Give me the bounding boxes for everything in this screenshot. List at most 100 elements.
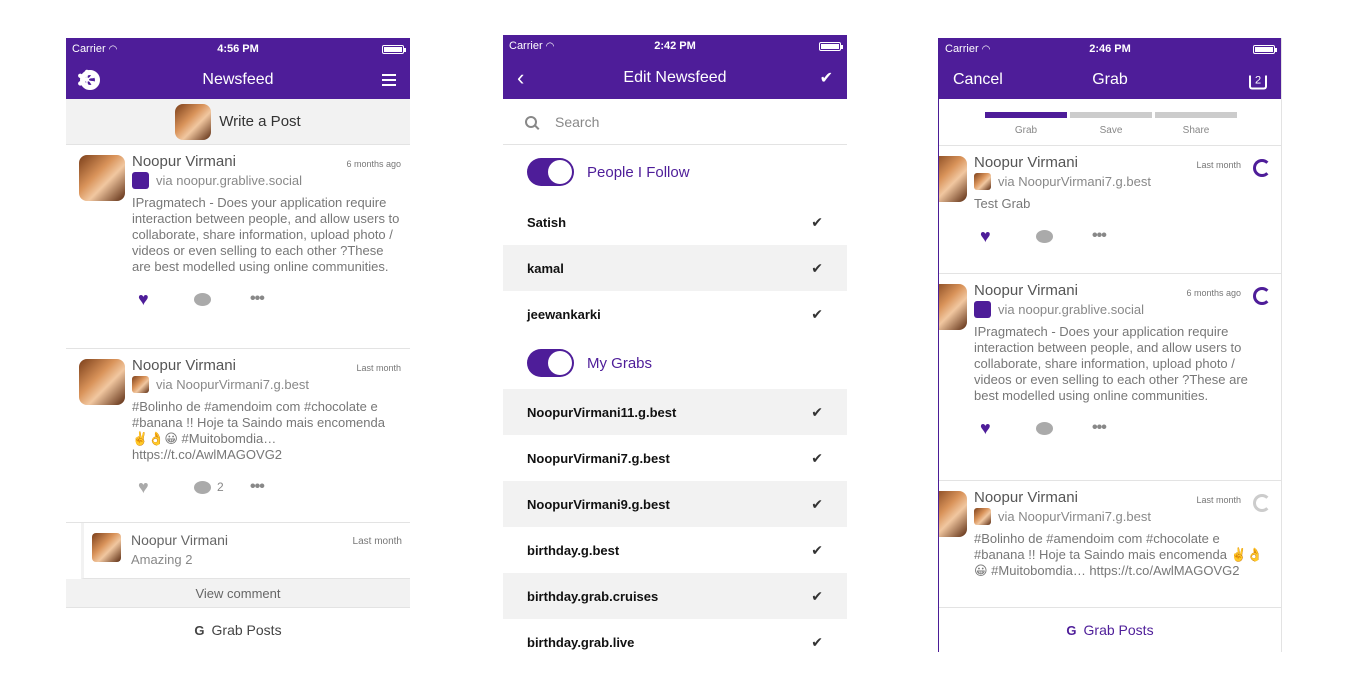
section-label: My Grabs — [587, 354, 653, 372]
via-source[interactable]: via NoopurVirmani7.g.best — [132, 376, 400, 393]
comment-item: Noopur Virmani Amazing 2 Last month — [81, 523, 410, 579]
post-actions: ♥ 2 ••• — [132, 463, 400, 511]
grab-toggle-icon[interactable] — [1253, 494, 1271, 512]
battery-icon — [819, 42, 843, 51]
more-button[interactable]: ••• — [1092, 227, 1148, 245]
row-label: Satish — [527, 214, 567, 230]
follow-row[interactable]: kamal ✔ — [503, 245, 847, 291]
search-placeholder: Search — [555, 113, 600, 130]
step-label-save: Save — [1099, 125, 1123, 136]
comment-icon — [194, 292, 211, 306]
via-label: via NoopurVirmani7.g.best — [998, 174, 1151, 189]
step-label-grab: Grab — [1014, 125, 1038, 136]
grab-posts-button[interactable]: G Grab Posts — [66, 608, 410, 652]
check-icon: ✔ — [811, 213, 823, 230]
check-icon: ✔ — [811, 403, 823, 420]
source-avatar — [974, 173, 991, 190]
grab-row[interactable]: NoopurVirmani11.g.best ✔ — [503, 389, 847, 435]
check-icon: ✔ — [811, 305, 823, 322]
grab-row[interactable]: birthday.grab.cruises ✔ — [503, 573, 847, 619]
grab-row[interactable]: NoopurVirmani9.g.best ✔ — [503, 481, 847, 527]
grab-toggle-icon[interactable] — [1253, 287, 1271, 305]
post-card[interactable]: Noopur Virmani 6 months ago via noopur.g… — [66, 145, 410, 349]
section-label: People I Follow — [587, 163, 690, 181]
post-card[interactable]: Noopur Virmani Last month via NoopurVirm… — [66, 349, 410, 523]
via-source[interactable]: via NoopurVirmani7.g.best — [974, 173, 1271, 190]
via-label: via NoopurVirmani7.g.best — [998, 509, 1151, 524]
upload-button[interactable]: 2 — [1249, 70, 1267, 89]
like-button[interactable]: ♥ — [980, 226, 1036, 247]
avatar[interactable] — [79, 155, 125, 201]
source-avatar — [974, 508, 991, 525]
step-progress: Grab Save Share — [939, 99, 1281, 146]
row-label: NoopurVirmani7.g.best — [527, 450, 670, 466]
comment-button[interactable] — [1036, 229, 1092, 243]
section-my-grabs: My Grabs — [503, 337, 847, 389]
grab-toggle-icon[interactable] — [1253, 159, 1271, 177]
cancel-button[interactable]: Cancel — [953, 71, 1003, 89]
comment-icon — [1036, 421, 1053, 435]
source-avatar — [132, 376, 149, 393]
post-body: #Bolinho de #amendoim com #chocolate e #… — [132, 399, 385, 462]
row-label: kamal — [527, 260, 564, 276]
status-bar: Carrier ◠ 2:46 PM — [939, 38, 1281, 60]
write-post-label: Write a Post — [219, 113, 301, 130]
grab-row[interactable]: birthday.g.best ✔ — [503, 527, 847, 573]
view-comment-button[interactable]: View comment — [66, 579, 410, 608]
menu-icon — [382, 73, 396, 86]
avatar[interactable] — [939, 156, 967, 202]
like-button[interactable]: ♥ — [980, 418, 1036, 439]
post-card[interactable]: Noopur Virmani Last month via NoopurVirm… — [939, 146, 1281, 274]
step-label-share: Share — [1182, 125, 1210, 136]
comment-icon — [1036, 229, 1053, 243]
avatar[interactable] — [79, 359, 125, 405]
edit-newsfeed-screen: Carrier ◠ 2:42 PM ‹ Edit Newsfeed ✔ Searc… — [503, 35, 847, 652]
write-post-button[interactable]: Write a Post — [66, 99, 410, 145]
nav-bar: Newsfeed — [66, 60, 410, 99]
grab-row[interactable]: birthday.grab.live ✔ — [503, 619, 847, 652]
comment-button[interactable] — [1036, 421, 1092, 435]
row-label: NoopurVirmani11.g.best — [527, 404, 677, 420]
avatar[interactable] — [939, 284, 967, 330]
post-card[interactable]: Noopur Virmani Last month via NoopurVirm… — [939, 481, 1281, 608]
comment-button[interactable] — [194, 292, 250, 306]
heart-icon: ♥ — [138, 476, 149, 497]
comment-button[interactable]: 2 — [194, 480, 250, 494]
more-button[interactable]: ••• — [250, 290, 306, 308]
follow-row[interactable]: Satish ✔ — [503, 199, 847, 245]
post-actions: ♥ ••• — [974, 404, 1271, 452]
avatar[interactable] — [92, 533, 121, 562]
via-source[interactable]: via noopur.grablive.social — [974, 301, 1271, 318]
post-card[interactable]: Noopur Virmani 6 months ago via noopur.g… — [939, 274, 1281, 481]
post-body: Test Grab — [974, 196, 1031, 211]
avatar[interactable] — [939, 491, 967, 537]
like-button[interactable]: ♥ — [138, 477, 194, 498]
menu-button[interactable] — [382, 73, 396, 86]
comment-icon — [194, 480, 211, 494]
via-label: via noopur.grablive.social — [998, 302, 1144, 317]
grab-posts-button[interactable]: G Grab Posts — [939, 608, 1281, 652]
search-input[interactable]: Search — [503, 99, 847, 145]
post-time: 6 months ago — [346, 159, 401, 169]
done-button[interactable]: ✔ — [820, 68, 833, 88]
comment-count: 2 — [217, 480, 224, 494]
grab-logo-icon: G — [1066, 622, 1077, 638]
check-icon: ✔ — [811, 541, 823, 558]
grab-row[interactable]: NoopurVirmani7.g.best ✔ — [503, 435, 847, 481]
row-label: birthday.grab.live — [527, 634, 635, 650]
settings-button[interactable] — [76, 65, 100, 95]
via-source[interactable]: via noopur.grablive.social — [132, 172, 400, 189]
top-bar: Carrier◠ 4:56 PM Newsfeed — [66, 38, 410, 99]
my-grabs-toggle[interactable] — [527, 349, 574, 377]
follow-row[interactable]: jeewankarki ✔ — [503, 291, 847, 337]
search-icon — [525, 115, 537, 128]
check-icon: ✔ — [819, 70, 833, 87]
page-title: Edit Newsfeed — [623, 69, 727, 86]
back-button[interactable]: ‹ — [517, 65, 524, 91]
more-button[interactable]: ••• — [1092, 419, 1148, 437]
via-source[interactable]: via NoopurVirmani7.g.best — [974, 508, 1271, 525]
more-button[interactable]: ••• — [250, 478, 306, 496]
people-follow-toggle[interactable] — [527, 158, 574, 186]
like-button[interactable]: ♥ — [138, 289, 194, 310]
clock: 2:46 PM — [1089, 43, 1131, 55]
